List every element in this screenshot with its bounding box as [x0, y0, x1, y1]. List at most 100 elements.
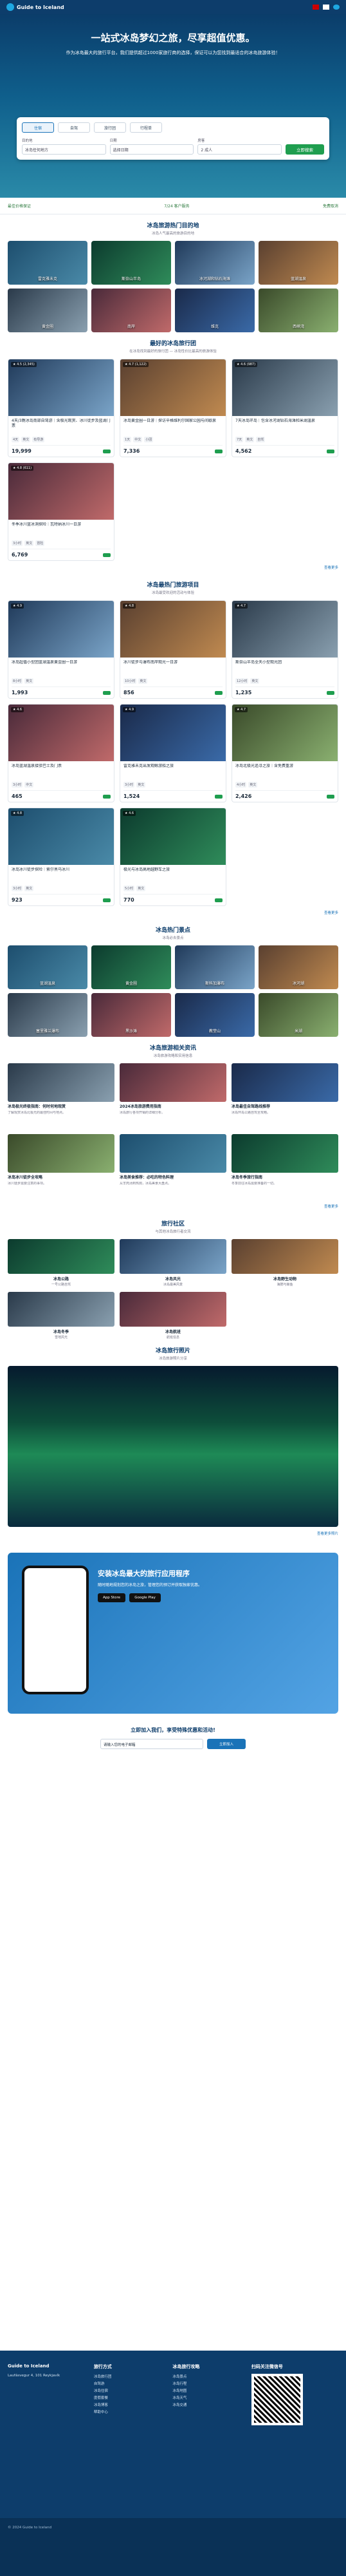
- tab-tours[interactable]: 旅行团: [94, 122, 126, 133]
- blog-image[interactable]: [120, 1063, 226, 1102]
- tour-image[interactable]: ★ 4.8: [120, 601, 226, 658]
- tour-title[interactable]: 冬季冰川蓝冰洞探险｜瓦特纳冰川一日游: [12, 522, 111, 538]
- tour-image[interactable]: ★ 4.9: [120, 705, 226, 761]
- community-image[interactable]: [232, 1238, 338, 1274]
- destination-tile[interactable]: 雷克雅未克: [8, 241, 87, 285]
- blog-title[interactable]: 2024冰岛旅游费用指南: [120, 1104, 226, 1110]
- app-store-button[interactable]: App Store: [98, 1593, 126, 1602]
- footer-link[interactable]: 自驾游: [94, 2381, 167, 2388]
- tour-title[interactable]: 雷克雅未克出发观鲸游船之旅: [123, 764, 223, 779]
- destination-tile[interactable]: 黄金圈: [91, 945, 171, 989]
- tour-title[interactable]: 斯奈山半岛全天小型观光团: [235, 660, 334, 676]
- date-input[interactable]: 选择日期: [109, 144, 194, 155]
- destination-tile[interactable]: 维克: [175, 289, 255, 332]
- destination-tile[interactable]: 斯奈山半岛: [91, 241, 171, 285]
- tour-title[interactable]: 4天/3晚冰岛南部自驾游｜含极光观赏、冰川徒步及蓝湖门票: [12, 419, 111, 434]
- guests-input[interactable]: 2 成人: [197, 144, 282, 155]
- aurora-photo[interactable]: [8, 1365, 338, 1527]
- tour-title[interactable]: 冰岛蓝湖温泉接驳巴士及门票: [12, 764, 111, 779]
- currency-icon[interactable]: [323, 5, 329, 10]
- tour-image[interactable]: ★ 4.6 (987): [232, 359, 338, 416]
- tour-image[interactable]: ★ 4.7 (1,122): [120, 359, 226, 416]
- book-button[interactable]: [327, 794, 334, 799]
- footer-link[interactable]: 冰岛行程: [172, 2381, 245, 2388]
- destination-tile[interactable]: 蓝湖温泉: [8, 945, 87, 989]
- footer-link[interactable]: 冰岛景点: [172, 2374, 245, 2381]
- blog-card[interactable]: 冰岛最佳自驾路线推荐 冰岛环岛公路自驾全攻略。: [232, 1063, 338, 1129]
- book-button[interactable]: [103, 794, 111, 799]
- tour-card[interactable]: ★ 4.8 (611) 冬季冰川蓝冰洞探险｜瓦特纳冰川一日游 3小时 英文 冒险 6,76…: [8, 462, 114, 561]
- blog-card[interactable]: 冰岛冬季旅行指南 冬季前往冰岛需要准备的一切。: [232, 1133, 338, 1200]
- blog-title[interactable]: 冰岛最佳自驾路线推荐: [232, 1104, 338, 1110]
- book-button[interactable]: [103, 553, 111, 557]
- footer-link[interactable]: 冰岛交通: [172, 2402, 245, 2409]
- tour-image[interactable]: ★ 4.6: [120, 808, 226, 865]
- tour-card[interactable]: ★ 4.7 冰岛北极光追寻之旅｜含免费重游 4小时 英文 2,426: [232, 704, 338, 802]
- tab-car[interactable]: 自驾: [58, 122, 90, 133]
- blog-image[interactable]: [8, 1133, 114, 1173]
- blog-image[interactable]: [232, 1063, 338, 1102]
- email-input[interactable]: 请输入您的电子邮箱: [100, 1738, 203, 1749]
- destination-tile[interactable]: 黑沙滩: [91, 993, 171, 1037]
- book-button[interactable]: [215, 690, 223, 695]
- tour-title[interactable]: 冰岛冰川徒步探险｜索尔黑马冰川: [12, 867, 111, 883]
- footer-link[interactable]: 冰岛地图: [172, 2388, 245, 2395]
- book-button[interactable]: [103, 690, 111, 695]
- tour-image[interactable]: ★ 4.7: [232, 601, 338, 658]
- destination-tile[interactable]: 米湖: [259, 993, 338, 1037]
- tour-title[interactable]: 冰岛超值小型团蓝湖温泉黄金圈一日游: [12, 660, 111, 676]
- see-more-link[interactable]: 查看更多: [0, 906, 346, 919]
- footer-link[interactable]: 冰岛旅行团: [94, 2374, 167, 2381]
- book-button[interactable]: [215, 898, 223, 902]
- book-button[interactable]: [103, 898, 111, 902]
- community-image[interactable]: [8, 1291, 114, 1327]
- destination-tile[interactable]: 冰河湖和钻石海滩: [175, 241, 255, 285]
- blog-title[interactable]: 冰岛冰川徒步全攻略: [8, 1175, 114, 1180]
- footer-link[interactable]: 冰岛博客: [94, 2402, 167, 2409]
- blog-image[interactable]: [232, 1133, 338, 1173]
- book-button[interactable]: [215, 449, 223, 453]
- tour-title[interactable]: 7天冰岛环岛｜包含冰河湖钻石海滩和米湖温泉: [235, 419, 334, 434]
- tour-card[interactable]: ★ 4.7 (1,122) 冰岛黄金圈一日游｜探访辛格维利尔国家公园与间歇泉 1天中…: [120, 359, 226, 457]
- destination-tile[interactable]: 黄金圈: [8, 289, 87, 332]
- tour-image[interactable]: ★ 4.5 (2,345): [8, 359, 114, 416]
- tour-card[interactable]: ★ 4.6 极光与冰岛高地越野车之旅 5小时 英文 770: [120, 808, 226, 906]
- blog-title[interactable]: 冰岛极光终极指南：何时何地观赏: [8, 1104, 114, 1110]
- tour-card[interactable]: ★ 4.6 冰岛蓝湖温泉接驳巴士及门票 3小时 中文 465: [8, 704, 114, 802]
- blog-card[interactable]: 冰岛极光终极指南：何时何地观赏 了解观赏冰岛北极光的最佳时间与地点。: [8, 1063, 114, 1129]
- footer-link[interactable]: 帮助中心: [94, 2409, 167, 2416]
- user-icon[interactable]: [333, 5, 340, 10]
- book-button[interactable]: [215, 794, 223, 799]
- tour-title[interactable]: 冰川徒步与瀑布南岸观光一日游: [123, 660, 223, 676]
- book-button[interactable]: [103, 449, 111, 453]
- destination-tile[interactable]: 蓝湖温泉: [259, 241, 338, 285]
- tour-image[interactable]: ★ 4.9: [8, 601, 114, 658]
- tour-card[interactable]: ★ 4.8 冰川徒步与瀑布南岸观光一日游 10小时 英文 856: [120, 600, 226, 699]
- destination-tile[interactable]: 教堂山: [175, 993, 255, 1037]
- community-image[interactable]: [120, 1238, 226, 1274]
- destination-tile[interactable]: 冰河湖: [259, 945, 338, 989]
- tab-itinerary[interactable]: 行程单: [130, 122, 162, 133]
- community-card[interactable]: 冰岛风光 冰岛最美风景: [120, 1238, 226, 1287]
- more-photos-link[interactable]: 查看更多照片: [0, 1527, 346, 1540]
- blog-card[interactable]: 2024冰岛旅游费用指南 冰岛旅行各项开销的详细分析。: [120, 1063, 226, 1129]
- destination-tile[interactable]: 斯科加瀑布: [175, 945, 255, 989]
- tour-card[interactable]: ★ 4.9 雷克雅未克出发观鲸游船之旅 3小时 英文 1,524: [120, 704, 226, 802]
- tour-card[interactable]: ★ 4.6 (987) 7天冰岛环岛｜包含冰河湖钻石海滩和米湖温泉 7天 英文 自驾 4,…: [232, 359, 338, 457]
- destination-tile[interactable]: 南岸: [91, 289, 171, 332]
- community-card[interactable]: 冰岛航班 航班信息: [120, 1291, 226, 1340]
- see-more-link[interactable]: 查看更多: [0, 561, 346, 574]
- tour-card[interactable]: ★ 4.8 冰岛冰川徒步探险｜索尔黑马冰川 3小时 英文 923: [8, 808, 114, 906]
- community-card[interactable]: 冰岛公路 一号公路自驾: [8, 1238, 114, 1287]
- tour-image[interactable]: ★ 4.6: [8, 705, 114, 761]
- footer-link[interactable]: 冰岛天气: [172, 2395, 245, 2402]
- flag-icon[interactable]: [313, 5, 319, 10]
- footer-link[interactable]: 冰岛住宿: [94, 2388, 167, 2395]
- tour-image[interactable]: ★ 4.8 (611): [8, 463, 114, 520]
- community-card[interactable]: 冰岛冬季 雪地风光: [8, 1291, 114, 1340]
- book-button[interactable]: [327, 690, 334, 695]
- destination-tile[interactable]: 西峡湾: [259, 289, 338, 332]
- tour-title[interactable]: 冰岛黄金圈一日游｜探访辛格维利尔国家公园与间歇泉: [123, 419, 223, 434]
- blog-image[interactable]: [8, 1063, 114, 1102]
- book-button[interactable]: [327, 449, 334, 453]
